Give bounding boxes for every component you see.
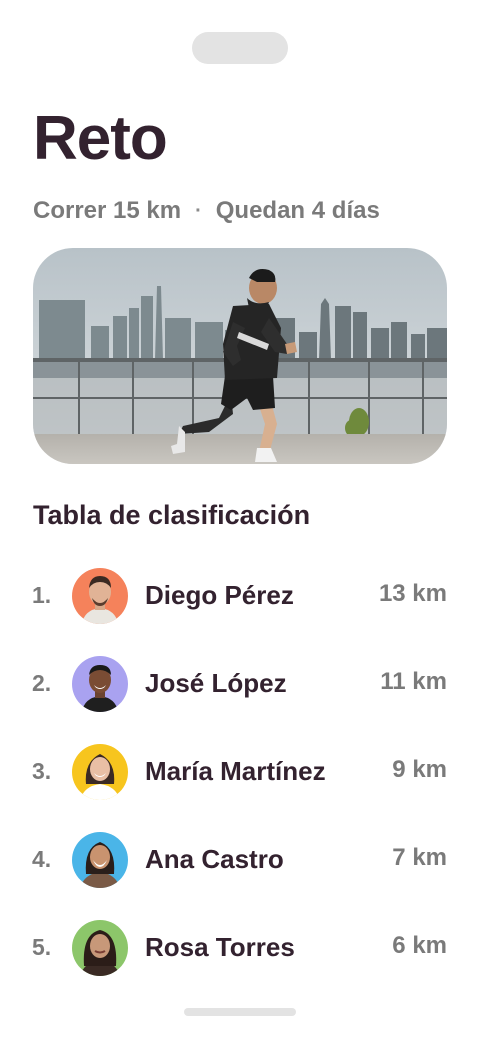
runner-name: Diego Pérez	[145, 580, 294, 610]
separator-dot: ·	[195, 199, 202, 222]
runner-distance: 11 km	[380, 668, 447, 695]
leaderboard-row[interactable]: 2. José López 11 km	[0, 654, 480, 742]
avatar-portrait-icon	[72, 920, 128, 976]
avatar-portrait-icon	[72, 744, 128, 800]
runner-distance: 7 km	[392, 844, 447, 871]
runner-photo	[33, 248, 447, 464]
challenge-activity: Correr 15 km	[33, 197, 182, 224]
avatar-portrait-icon	[72, 568, 128, 624]
runner-name: Rosa Torres	[145, 932, 295, 962]
runner-name: María Martínez	[145, 756, 326, 786]
rank-number: 1.	[32, 582, 52, 608]
avatar	[72, 568, 128, 624]
avatar	[72, 920, 128, 976]
rank-number: 5.	[32, 934, 52, 960]
home-indicator[interactable]	[184, 1008, 296, 1016]
rank-number: 4.	[32, 846, 52, 872]
avatar-portrait-icon	[72, 656, 128, 712]
leaderboard-row[interactable]: 3. María Martínez 9 km	[0, 742, 480, 830]
avatar	[72, 656, 128, 712]
rank-number: 3.	[32, 758, 52, 784]
rank-number: 2.	[32, 670, 52, 696]
avatar-portrait-icon	[72, 832, 128, 888]
runner-distance: 9 km	[392, 756, 447, 783]
runner-distance: 6 km	[392, 932, 447, 959]
runner-name: Ana Castro	[145, 844, 284, 874]
avatar	[72, 832, 128, 888]
leaderboard-row[interactable]: 1. Diego Pérez 13 km	[0, 566, 480, 654]
runner-distance: 13 km	[378, 580, 447, 607]
challenge-screen: Reto Correr 15 km · Quedan 4 días Tabla …	[0, 0, 480, 1040]
leaderboard-row[interactable]: 4. Ana Castro 7 km	[0, 830, 480, 918]
leaderboard-row[interactable]: 5. Rosa Torres 6 km	[0, 918, 480, 1006]
leaderboard-title: Tabla de clasificación	[33, 500, 311, 530]
challenge-subtitle: Correr 15 km · Quedan 4 días	[33, 197, 380, 225]
avatar	[72, 744, 128, 800]
challenge-remaining: Quedan 4 días	[215, 197, 380, 224]
hero-image	[33, 248, 447, 464]
runner-name: José López	[145, 668, 287, 698]
dynamic-island	[192, 32, 288, 64]
leaderboard-list: 1. Diego Pérez 13 km 2. José López 11 km…	[0, 566, 480, 1006]
page-title: Reto	[33, 104, 168, 173]
